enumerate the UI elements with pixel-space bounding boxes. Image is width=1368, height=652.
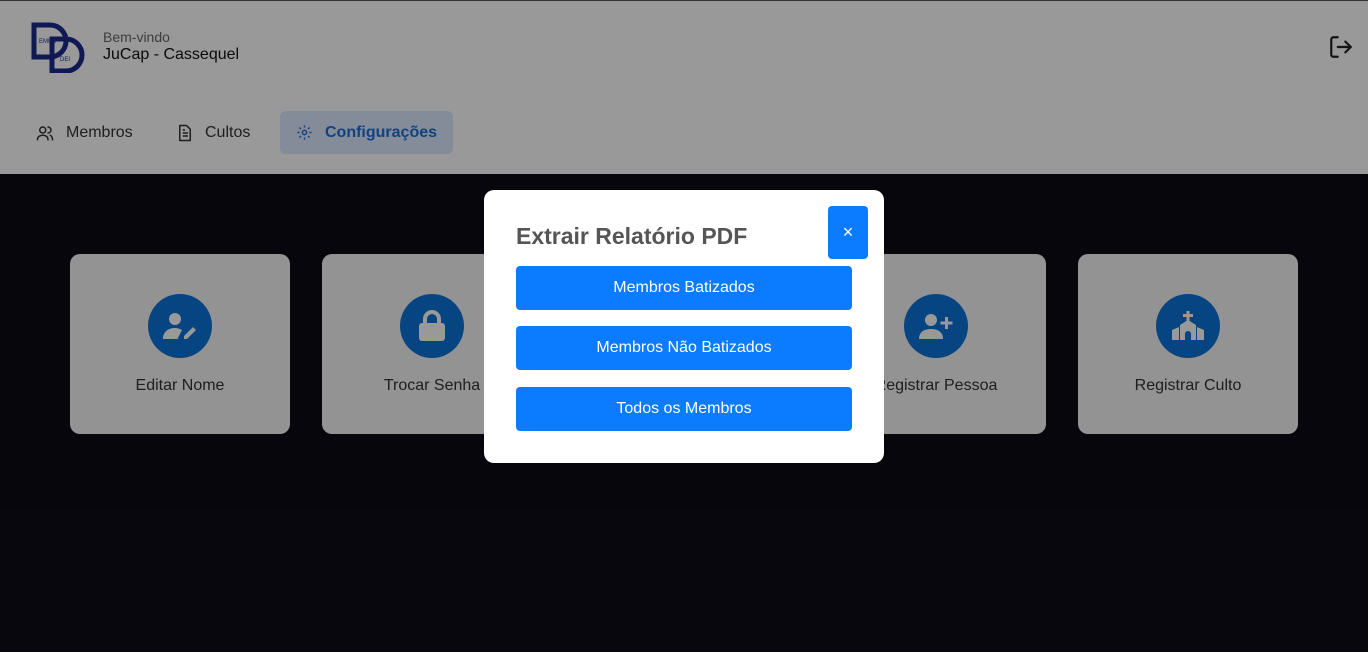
membros-nao-batizados-button[interactable]: Membros Não Batizados bbox=[516, 326, 852, 370]
todos-os-membros-button[interactable]: Todos os Membros bbox=[516, 387, 852, 431]
membros-batizados-button[interactable]: Membros Batizados bbox=[516, 266, 852, 310]
pdf-report-modal: Extrair Relatório PDF × Membros Batizado… bbox=[484, 190, 884, 463]
modal-title: Extrair Relatório PDF bbox=[516, 223, 748, 249]
close-button[interactable]: × bbox=[828, 206, 868, 259]
